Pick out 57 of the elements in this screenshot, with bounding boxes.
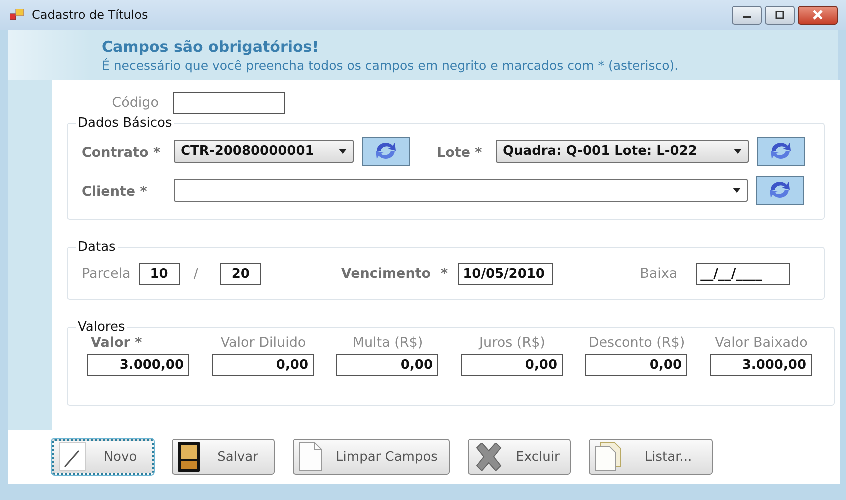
close-button[interactable] [798, 6, 838, 24]
refresh-icon [768, 140, 794, 162]
field-label: Valor Diluido [220, 335, 306, 351]
refresh-icon [373, 140, 399, 162]
group-label: Datas [77, 240, 117, 255]
action-button[interactable]: Novo [52, 439, 154, 475]
action-button[interactable]: Limpar Campos [293, 439, 450, 475]
required-mark: * [441, 266, 448, 282]
close-icon [812, 10, 824, 20]
combo-box[interactable]: CTR-20080000001 [174, 140, 354, 162]
app-icon [10, 9, 24, 21]
notice-text: É necessário que você preencha todos os campos em negrito e marcados com * (asterisco). [102, 58, 680, 73]
combo-box[interactable] [174, 178, 748, 202]
minimize-button[interactable] [732, 6, 762, 24]
field-label: Baixa [640, 266, 678, 282]
delete-icon [474, 443, 504, 471]
field-label: Juros (R$) [480, 335, 546, 351]
input-field[interactable]: 0,00 [460, 354, 562, 376]
group-label: Dados Básicos [77, 116, 174, 131]
separator-text: / [194, 266, 198, 282]
input-field[interactable]: 0,00 [585, 354, 687, 376]
memory-card-icon [178, 442, 200, 472]
refresh-button[interactable] [757, 136, 805, 166]
field-label: Lote * [437, 144, 482, 160]
input-field[interactable]: 10/05/2010 [458, 263, 554, 285]
input-field[interactable]: 0,00 [212, 354, 314, 376]
group-label: Valores [77, 320, 126, 335]
input-field[interactable]: 3.000,00 [710, 354, 812, 376]
field-label: Cliente * [82, 184, 148, 200]
input-field[interactable]: 0,00 [336, 354, 438, 376]
maximize-button[interactable] [765, 6, 795, 24]
field-label: Multa (R$) [352, 335, 424, 351]
refresh-button[interactable] [756, 176, 804, 204]
input-field[interactable]: 3.000,00 [87, 354, 189, 376]
maximize-icon [775, 11, 785, 19]
field-label: Parcela [82, 266, 131, 282]
field-label: Código [111, 95, 159, 111]
page-icon [299, 442, 323, 472]
refresh-button[interactable] [362, 136, 410, 166]
field-label: Desconto (R$) [588, 335, 686, 351]
notice-title: Campos são obrigatórios! [102, 38, 320, 56]
input-field[interactable]: 10 [138, 263, 180, 285]
input-field[interactable] [173, 92, 285, 114]
combo-box[interactable]: Quadra: Q-001 Lote: L-022 [496, 140, 749, 162]
field-label: Valor * [91, 335, 142, 351]
action-button[interactable]: Excluir [468, 439, 571, 475]
action-button[interactable]: Listar... [589, 439, 713, 475]
window-title: Cadastro de Títulos [32, 8, 150, 22]
refresh-icon [767, 179, 793, 201]
field-label: Contrato * [82, 144, 161, 160]
input-field[interactable]: __/__/____ [696, 263, 790, 285]
action-button[interactable]: Salvar [172, 439, 275, 475]
field-label: Vencimento [341, 266, 432, 282]
pencil-icon [59, 442, 87, 472]
field-label: Valor Baixado [715, 335, 808, 351]
input-field[interactable]: 20 [220, 263, 262, 285]
pages-icon [595, 442, 623, 472]
